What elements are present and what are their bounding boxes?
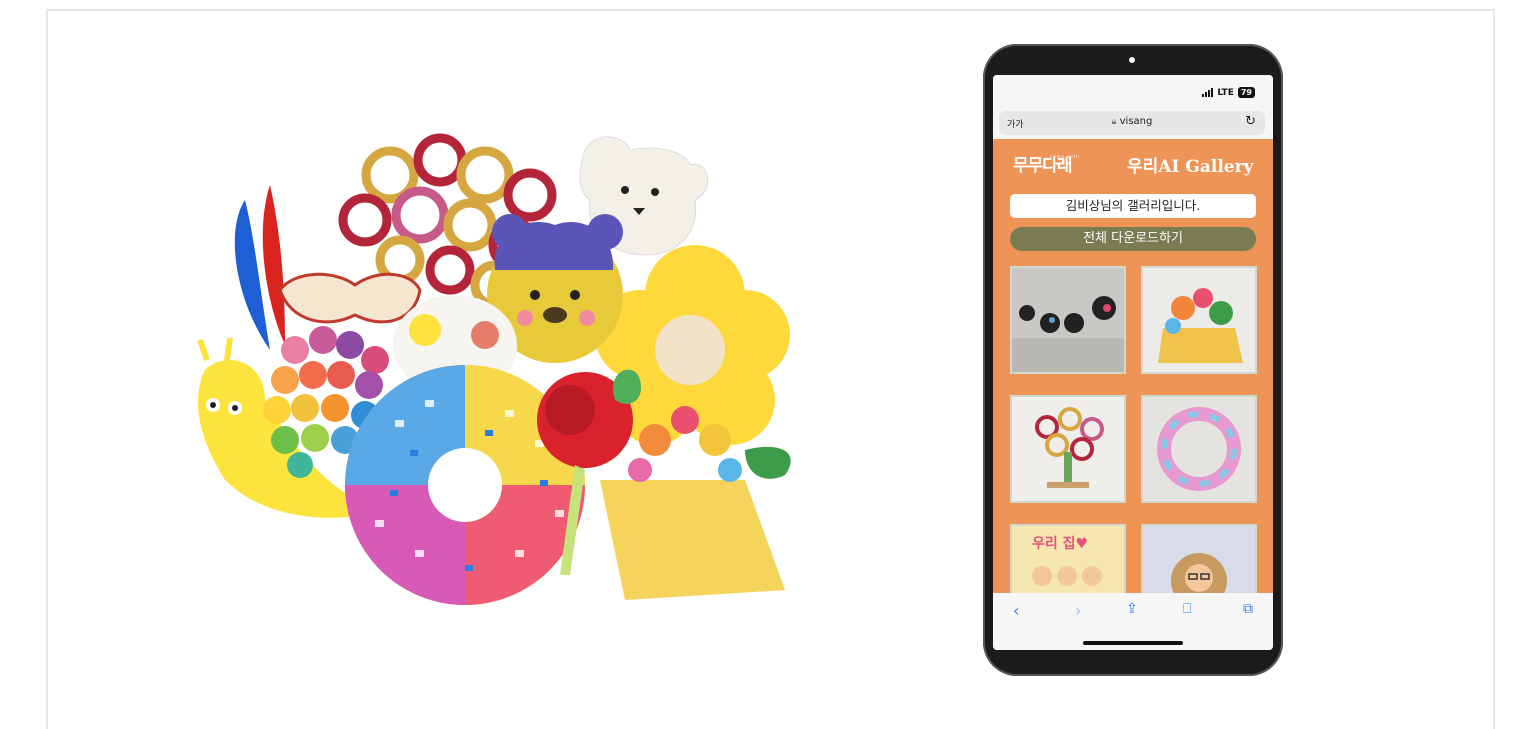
thumb-family-drawing: 우리 집♥ xyxy=(1012,526,1124,593)
gallery-thumbnail[interactable] xyxy=(1141,266,1257,374)
thumb-wreath xyxy=(1143,397,1255,501)
bookmarks-icon[interactable]: ⎕ xyxy=(1183,601,1191,617)
phone-screen: LTE 79 가가 🔒︎ visang ↻ 무무다래 come with 우리A… xyxy=(993,75,1273,650)
reload-icon[interactable]: ↻ xyxy=(1245,114,1256,129)
gallery-thumbnail[interactable]: 우리 집♥ xyxy=(1010,524,1126,593)
camera-icon xyxy=(1129,57,1135,63)
download-all-button[interactable]: 전체 다운로드하기 xyxy=(1010,227,1256,251)
signal-icon xyxy=(1202,88,1214,97)
lock-icon: 🔒︎ xyxy=(1111,117,1117,127)
network-label: LTE xyxy=(1217,87,1234,98)
thumb-swirl-tree xyxy=(1012,397,1124,501)
back-icon[interactable]: ‹ xyxy=(1013,601,1019,620)
forward-icon[interactable]: › xyxy=(1075,601,1081,620)
site-logo-tagline: come with xyxy=(1050,154,1080,159)
gallery-thumbnail[interactable] xyxy=(1141,395,1257,503)
gallery-thumbnail[interactable] xyxy=(1010,395,1126,503)
thumb-face-plate xyxy=(1143,526,1255,593)
phone-mockup: LTE 79 가가 🔒︎ visang ↻ 무무다래 come with 우리A… xyxy=(983,44,1283,676)
battery-icon: 79 xyxy=(1237,87,1255,98)
thumb-black-bugs xyxy=(1012,268,1124,372)
url-field[interactable]: 🔒︎ visang xyxy=(999,116,1265,127)
home-indicator xyxy=(1083,641,1183,645)
gallery-page: 무무다래 come with 우리AI Gallery 김비상님의 갤러리입니다… xyxy=(993,139,1273,593)
craft-collage-illustration xyxy=(197,133,791,605)
site-title: 우리AI Gallery xyxy=(1127,157,1254,177)
tabs-icon[interactable]: ⧉ xyxy=(1243,601,1253,617)
status-indicators: LTE 79 xyxy=(1202,87,1255,98)
share-icon[interactable]: ⇪ xyxy=(1126,601,1138,617)
gallery-thumbnail[interactable] xyxy=(1010,266,1126,374)
status-bar: LTE 79 xyxy=(993,75,1273,109)
thumb-flower-basket xyxy=(1143,268,1255,372)
gallery-thumbnail[interactable] xyxy=(1141,524,1257,593)
greeting-banner: 김비상님의 갤러리입니다. xyxy=(1010,194,1256,218)
url-text: visang xyxy=(1119,116,1153,127)
address-bar[interactable]: 가가 🔒︎ visang ↻ xyxy=(999,111,1265,135)
browser-toolbar: ‹ › ⇪ ⎕ ⧉ xyxy=(993,593,1273,650)
svg-text:우리 집♥: 우리 집♥ xyxy=(1032,535,1088,552)
